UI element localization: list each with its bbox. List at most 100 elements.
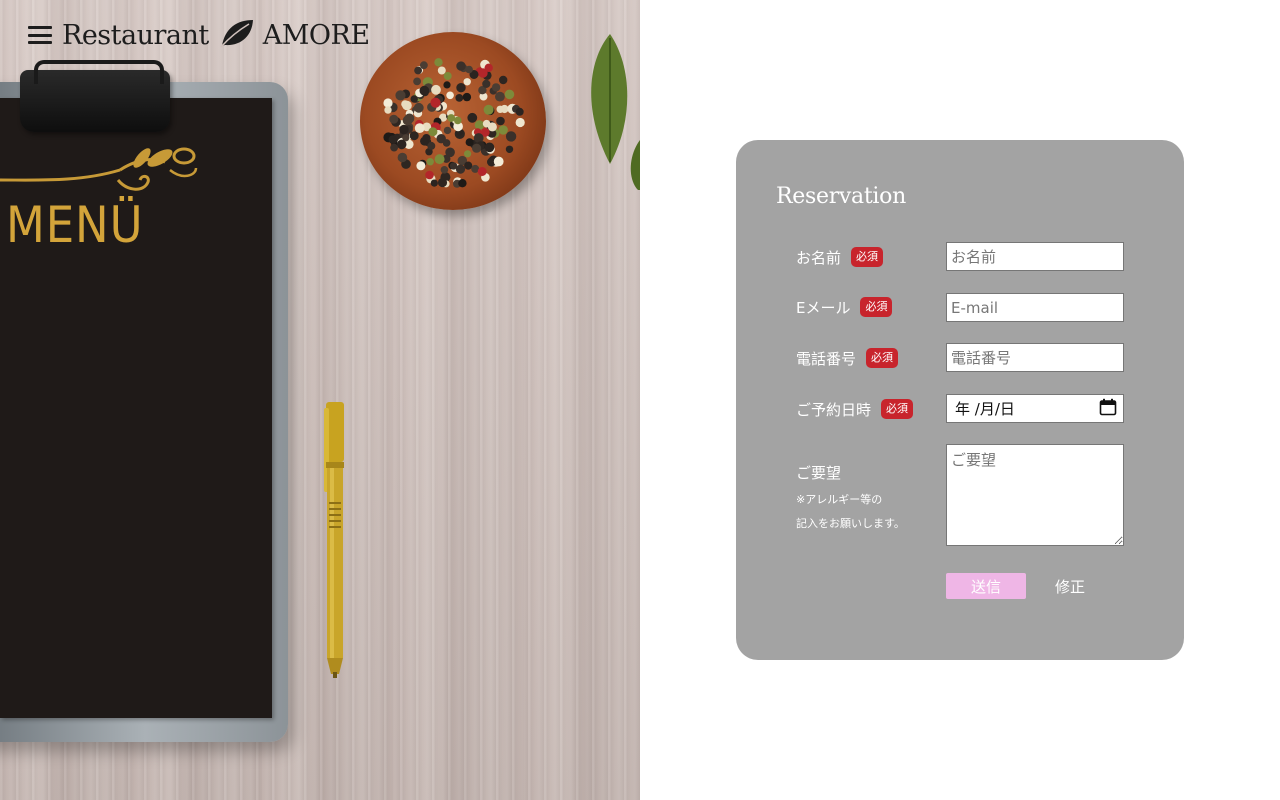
peppercorn: [443, 72, 452, 80]
brand-name-restaurant[interactable]: Restaurant: [62, 20, 209, 51]
peppercorn: [487, 122, 497, 132]
leaf-logo-icon: [219, 18, 255, 52]
peppercorn: [464, 161, 473, 170]
peppercorn: [484, 142, 495, 153]
peppercorn: [420, 136, 430, 146]
peppercorn: [465, 65, 473, 74]
peppercorn: [414, 123, 425, 133]
peppercorn: [437, 177, 448, 188]
peppercorn: [472, 143, 482, 153]
peppercorn: [413, 102, 424, 113]
peppercorn: [456, 83, 466, 93]
peppercorn: [410, 95, 418, 103]
peppercorn: [505, 145, 514, 153]
peppercorn: [477, 167, 487, 176]
site-header: Restaurant AMORE: [28, 18, 370, 52]
peppercorn: [389, 114, 399, 124]
email-label: Eメール: [796, 298, 851, 317]
name-row: お名前 必須: [796, 242, 884, 272]
peppercorn: [383, 98, 393, 108]
peppercorn: [442, 139, 451, 147]
peppercorn: [493, 156, 504, 167]
peppercorn: [515, 107, 524, 116]
peppercorn: [462, 92, 472, 102]
peppercorn: [402, 100, 412, 111]
peppercorn: [463, 78, 471, 86]
peppercorn: [430, 97, 441, 108]
peppercorn: [504, 89, 515, 100]
peppercorn: [496, 116, 505, 126]
peppercorn: [431, 84, 441, 95]
hero-image: Restaurant AMORE MENÜ: [0, 0, 640, 800]
required-badge: 必須: [860, 297, 893, 317]
pen-image: [322, 402, 348, 678]
peppercorn: [482, 79, 491, 88]
peppercorn: [456, 61, 466, 71]
date-label: ご予約日時: [796, 400, 872, 419]
required-badge: 必須: [866, 348, 899, 368]
calendar-icon[interactable]: [1099, 398, 1117, 420]
peppercorn: [467, 112, 478, 123]
peppercorn: [430, 179, 438, 187]
peppercorn: [464, 150, 472, 158]
requests-note-line2: 記入をお願いします。: [796, 517, 905, 530]
peppercorn: [388, 135, 398, 144]
peppercorn: [465, 138, 474, 147]
peppercorn: [447, 114, 456, 122]
peppercorn: [498, 125, 508, 135]
peppercorn: [428, 127, 438, 137]
peppercorn: [443, 81, 451, 89]
required-badge: 必須: [881, 399, 914, 419]
peppercorn: [449, 162, 458, 170]
peppercorn: [419, 85, 430, 96]
peppercorn: [437, 66, 446, 75]
peppercorn: [440, 166, 449, 174]
required-badge: 必須: [851, 247, 884, 267]
peppercorn: [397, 152, 408, 163]
peppercorn: [473, 133, 484, 143]
peppercorn: [420, 61, 428, 70]
peppercorn: [484, 63, 493, 72]
peppercorn: [495, 91, 505, 102]
peppercorn: [414, 66, 422, 75]
email-row: Eメール 必須: [796, 292, 893, 322]
reservation-section: Reservation お名前 必須 Eメール 必須 電話番号 必須 ご予約日時…: [640, 0, 1280, 800]
reset-button[interactable]: 修正: [1042, 573, 1098, 599]
peppercorn: [454, 116, 462, 125]
peppercorn: [455, 94, 464, 102]
peppercorn: [384, 106, 392, 114]
peppercorn: [446, 91, 454, 100]
requests-label: ご要望: [796, 464, 842, 482]
peppercorn: [395, 90, 406, 101]
name-input[interactable]: [946, 242, 1124, 271]
requests-note-line1: ※アレルギー等の: [796, 493, 883, 506]
submit-button[interactable]: 送信: [946, 573, 1026, 599]
date-input[interactable]: 年 /月/日: [946, 394, 1124, 423]
peppercorn: [413, 77, 421, 86]
name-label: お名前: [796, 248, 842, 267]
peppercorn: [515, 117, 525, 128]
clipboard-clip: [20, 60, 170, 132]
peppercorn: [425, 170, 434, 180]
phone-input[interactable]: [946, 343, 1124, 372]
peppercorn: [483, 104, 494, 115]
phone-label: 電話番号: [796, 349, 857, 368]
peppercorn: [443, 126, 452, 135]
peppercorn: [458, 179, 467, 188]
peppercorn: [434, 58, 443, 67]
requests-textarea[interactable]: [946, 444, 1124, 546]
date-row: ご予約日時 必須: [796, 394, 914, 424]
menu-hamburger-icon[interactable]: [28, 24, 52, 46]
menu-title: MENÜ: [6, 196, 144, 254]
peppercorn: [491, 83, 501, 92]
peppercorn: [426, 158, 434, 166]
email-input[interactable]: [946, 293, 1124, 322]
peppercorn: [399, 124, 409, 135]
peppercorn: [434, 154, 445, 165]
date-value: 年 /月/日: [955, 400, 1015, 418]
pepper-bowl-image: [360, 32, 546, 210]
reservation-card: Reservation お名前 必須 Eメール 必須 電話番号 必須 ご予約日時…: [736, 140, 1184, 660]
brand-name-amore[interactable]: AMORE: [263, 20, 370, 51]
peppercorn: [416, 161, 426, 171]
peppercorn: [390, 143, 398, 152]
